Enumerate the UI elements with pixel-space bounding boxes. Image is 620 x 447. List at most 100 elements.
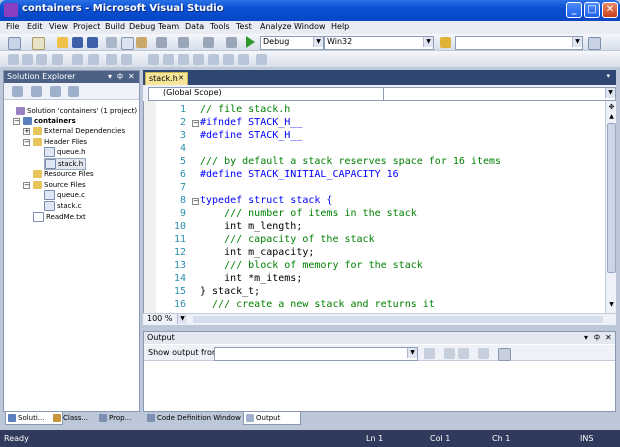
menu-test[interactable]: Test	[236, 22, 252, 31]
scope-select[interactable]: (Global Scope)▼	[148, 87, 396, 101]
zoom-select[interactable]: 100 % ▼	[145, 314, 187, 325]
output-source-select[interactable]: ▼	[214, 347, 418, 361]
previous-message-icon[interactable]	[444, 348, 455, 359]
tree-file-queue-h[interactable]: queue.h	[44, 147, 86, 157]
tab-code-definition-window[interactable]: Code Definition Window	[145, 412, 253, 424]
menu-build[interactable]: Build	[105, 22, 125, 31]
parameter-info-icon[interactable]	[22, 54, 33, 65]
code-line: /// by default a stack reserves space fo…	[200, 156, 502, 167]
source-files-collapse-icon[interactable]: −	[23, 182, 30, 189]
comment-out-icon[interactable]	[106, 54, 117, 65]
copy-icon[interactable]	[121, 37, 134, 50]
save-all-icon[interactable]	[87, 37, 98, 48]
next-message-icon[interactable]	[458, 348, 469, 359]
toggle-word-wrap-icon[interactable]	[498, 348, 511, 361]
uncomment-icon[interactable]	[121, 54, 132, 65]
properties-icon[interactable]	[12, 86, 23, 97]
outline-collapse-icon[interactable]: −	[192, 120, 199, 127]
menu-file[interactable]: File	[6, 22, 19, 31]
outline-collapse-icon[interactable]: −	[192, 198, 199, 205]
menu-team[interactable]: Team	[158, 22, 179, 31]
scroll-thumb[interactable]	[607, 123, 616, 273]
find-in-files-icon[interactable]	[440, 37, 451, 48]
menu-project[interactable]: Project	[73, 22, 100, 31]
close-button[interactable]: ✕	[602, 2, 618, 18]
pin-icon[interactable]: ф	[594, 332, 600, 343]
tree-header-files[interactable]: Header Files	[33, 137, 87, 147]
pin-icon[interactable]: ф	[117, 71, 123, 82]
solution-configuration-select[interactable]: Debug ▼	[260, 36, 324, 50]
quick-info-icon[interactable]	[36, 54, 47, 65]
open-folder-icon[interactable]	[57, 37, 68, 48]
undo-icon[interactable]	[156, 37, 167, 48]
tree-project[interactable]: containers	[23, 116, 76, 126]
refresh-icon[interactable]	[50, 86, 61, 97]
panel-menu-icon[interactable]: ▾	[584, 332, 588, 343]
output-text-area[interactable]	[144, 362, 615, 411]
toggle-bookmark-icon[interactable]	[148, 54, 159, 65]
panel-close-icon[interactable]: ✕	[128, 71, 135, 82]
previous-bookmark-document-icon[interactable]	[223, 54, 234, 65]
member-select[interactable]: ▼	[383, 87, 616, 101]
tab-stack-h[interactable]: stack.h ✕	[145, 72, 188, 85]
toolbar-options-icon[interactable]	[588, 37, 601, 50]
line-number: 13	[173, 260, 186, 271]
menu-tools[interactable]: Tools	[210, 22, 230, 31]
menu-view[interactable]: View	[49, 22, 68, 31]
menu-debug[interactable]: Debug	[129, 22, 155, 31]
clear-all-icon[interactable]	[478, 348, 489, 359]
find-combo[interactable]: ▼	[455, 36, 583, 50]
tree-file-queue-c[interactable]: queue.c	[44, 190, 85, 200]
solution-platform-select[interactable]: Win32 ▼	[324, 36, 434, 50]
save-icon[interactable]	[72, 37, 83, 48]
menu-edit[interactable]: Edit	[27, 22, 43, 31]
next-bookmark-icon[interactable]	[178, 54, 189, 65]
header-files-collapse-icon[interactable]: −	[23, 139, 30, 146]
scroll-up-icon[interactable]: ▲	[607, 113, 616, 121]
tab-list-icon[interactable]: ▾	[606, 72, 610, 80]
view-class-diagram-icon[interactable]	[68, 86, 79, 97]
new-project-icon[interactable]	[8, 37, 21, 50]
external-deps-expand-icon[interactable]: +	[23, 128, 30, 135]
display-object-members-icon[interactable]	[8, 54, 19, 65]
tab-close-icon[interactable]: ✕	[178, 73, 184, 84]
tree-file-stack-c[interactable]: stack.c	[44, 201, 82, 211]
split-icon[interactable]: ✥	[607, 103, 616, 111]
redo-icon[interactable]	[178, 37, 189, 48]
horizontal-scrollbar[interactable]	[193, 316, 603, 323]
tab-output[interactable]: Output	[243, 412, 301, 425]
navigate-forward-icon[interactable]	[226, 37, 237, 48]
tree-external-dependencies[interactable]: External Dependencies	[33, 126, 125, 136]
previous-bookmark-icon[interactable]	[163, 54, 174, 65]
tree-resource-files[interactable]: Resource Files	[33, 169, 94, 179]
menu-window[interactable]: Window	[294, 22, 326, 31]
clear-bookmarks-icon[interactable]	[256, 54, 267, 65]
menu-data[interactable]: Data	[185, 22, 204, 31]
paste-icon[interactable]	[136, 37, 147, 48]
vertical-scrollbar[interactable]: ✥ ▲ ▼	[605, 101, 616, 313]
panel-menu-icon[interactable]: ▾	[108, 71, 112, 82]
tree-source-files[interactable]: Source Files	[33, 180, 86, 190]
start-debugging-icon[interactable]	[246, 36, 255, 48]
increase-indent-icon[interactable]	[88, 54, 99, 65]
previous-bookmark-folder-icon[interactable]	[193, 54, 204, 65]
menu-help[interactable]: Help	[331, 22, 349, 31]
tree-file-readme[interactable]: ReadMe.txt	[33, 212, 86, 222]
complete-word-icon[interactable]	[52, 54, 63, 65]
navigate-back-icon[interactable]	[203, 37, 214, 48]
cut-icon[interactable]	[106, 37, 117, 48]
project-collapse-icon[interactable]: −	[13, 118, 20, 125]
next-bookmark-folder-icon[interactable]	[208, 54, 219, 65]
minimize-button[interactable]: _	[566, 2, 582, 18]
find-message-icon[interactable]	[424, 348, 435, 359]
next-bookmark-document-icon[interactable]	[238, 54, 249, 65]
show-all-files-icon[interactable]	[31, 86, 42, 97]
add-item-icon[interactable]	[32, 37, 45, 50]
tree-solution[interactable]: Solution 'containers' (1 project)	[16, 106, 137, 116]
decrease-indent-icon[interactable]	[72, 54, 83, 65]
scroll-down-icon[interactable]: ▼	[607, 301, 616, 309]
maximize-button[interactable]: □	[584, 2, 600, 18]
code-editor[interactable]: ✥ ▲ ▼ 1 // file stack.h 2 − #ifndef STAC…	[143, 101, 616, 313]
menu-analyze[interactable]: Analyze	[260, 22, 292, 31]
panel-close-icon[interactable]: ✕	[605, 332, 612, 343]
